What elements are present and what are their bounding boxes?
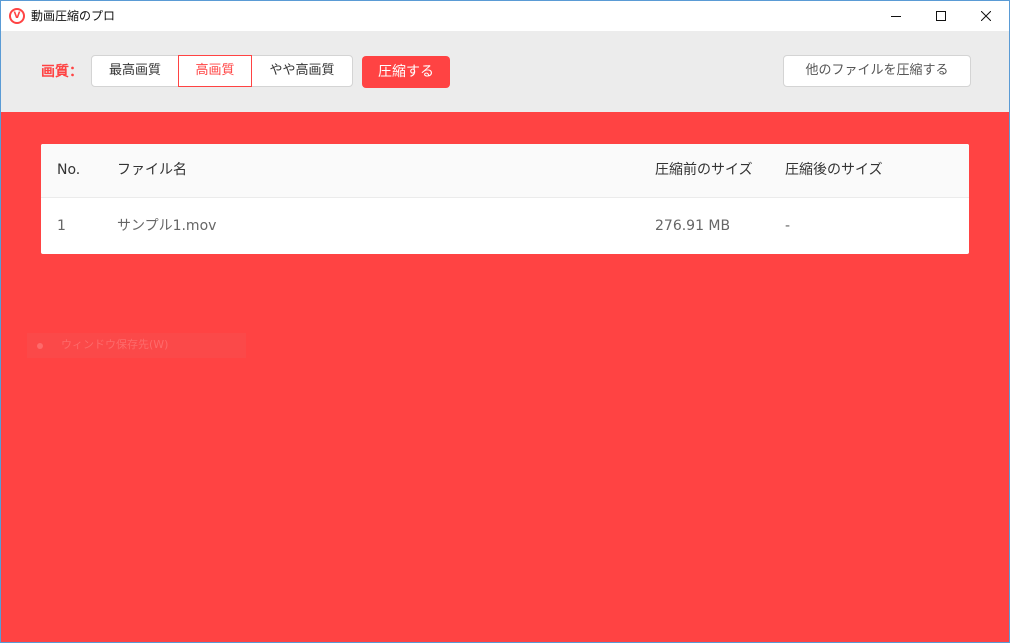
maximize-icon	[936, 11, 946, 21]
file-table: No. ファイル名 圧縮前のサイズ 圧縮後のサイズ 1 サンプル1.mov 27…	[41, 144, 969, 254]
minimize-icon	[891, 16, 901, 17]
close-icon	[981, 11, 991, 21]
quality-option-somewhat-high[interactable]: やや高画質	[251, 55, 353, 87]
toolbar: 画質： 最高画質 高画質 やや高画質 圧縮する 他のファイルを圧縮する	[1, 31, 1009, 112]
column-header-no: No.	[57, 162, 81, 178]
quality-label: 画質：	[41, 64, 83, 80]
title-bar[interactable]: V 動画圧縮のプロ	[1, 1, 1009, 31]
column-header-filename: ファイル名	[117, 162, 187, 178]
row-filename: サンプル1.mov	[117, 218, 217, 234]
faint-overlay-item: ウィンドウ保存先(W)	[27, 333, 246, 358]
quality-selector: 最高画質 高画質 やや高画質	[91, 55, 353, 87]
minimize-button[interactable]	[873, 1, 919, 31]
app-logo-letter: V	[13, 11, 21, 21]
faint-bullet-icon	[37, 343, 43, 349]
app-logo-icon: V	[9, 8, 25, 24]
app-window: V 動画圧縮のプロ 画質： 最高画質 高画質 やや高画質 圧縮する 他のファイル…	[0, 0, 1010, 643]
close-button[interactable]	[963, 1, 1009, 31]
table-header: No. ファイル名 圧縮前のサイズ 圧縮後のサイズ	[41, 144, 969, 198]
maximize-button[interactable]	[918, 1, 964, 31]
table-row[interactable]: 1 サンプル1.mov 276.91 MB -	[41, 198, 969, 254]
column-header-size-after: 圧縮後のサイズ	[785, 162, 883, 178]
compress-other-files-button[interactable]: 他のファイルを圧縮する	[783, 55, 971, 87]
column-header-size-before: 圧縮前のサイズ	[655, 162, 753, 178]
compress-button[interactable]: 圧縮する	[362, 56, 450, 88]
content-area: No. ファイル名 圧縮前のサイズ 圧縮後のサイズ 1 サンプル1.mov 27…	[1, 112, 1009, 642]
row-size-before: 276.91 MB	[655, 218, 731, 234]
faint-overlay-text: ウィンドウ保存先(W)	[61, 338, 169, 351]
row-no: 1	[57, 218, 66, 234]
quality-option-highest[interactable]: 最高画質	[91, 55, 179, 87]
row-size-after: -	[785, 218, 791, 234]
window-title: 動画圧縮のプロ	[31, 9, 116, 23]
quality-option-high[interactable]: 高画質	[178, 55, 252, 87]
